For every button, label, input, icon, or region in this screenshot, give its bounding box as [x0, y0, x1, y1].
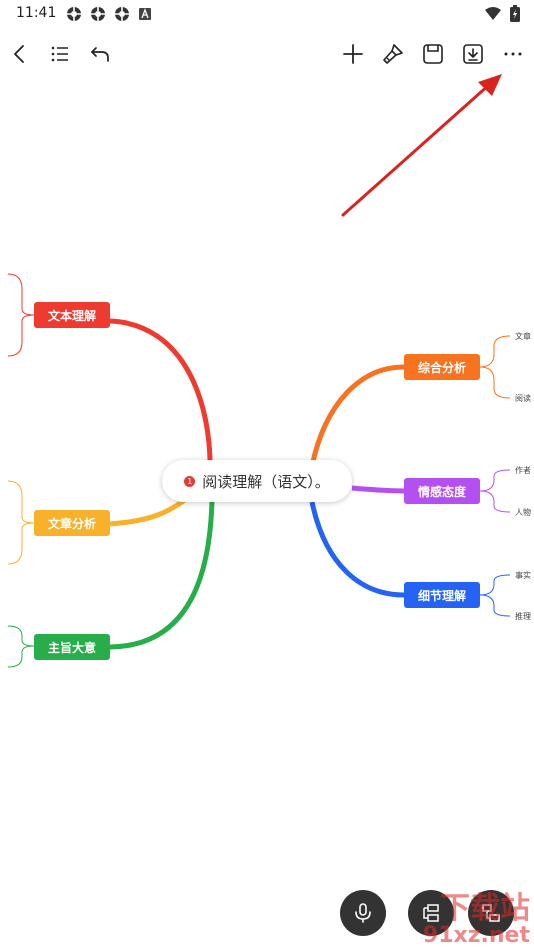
branch-node[interactable]: 情感态度	[404, 478, 480, 504]
branch-node[interactable]: 细节理解	[404, 582, 480, 608]
root-label: 阅读理解（语文）。	[202, 472, 330, 491]
branch-node[interactable]: 主旨大意	[34, 634, 110, 660]
more-icon	[504, 52, 522, 56]
more-button[interactable]	[499, 40, 527, 68]
add-node-button[interactable]	[339, 40, 367, 68]
plus-icon	[343, 44, 363, 64]
branch-node[interactable]: 文本理解	[34, 302, 110, 328]
font-notification-icon	[138, 6, 154, 22]
status-right	[484, 5, 520, 26]
app-notification-icon	[66, 6, 82, 22]
subtopic-label[interactable]: 阅读	[515, 393, 534, 404]
undo-icon	[91, 47, 109, 62]
branch-label: 综合分析	[417, 360, 466, 375]
root-badge: 1	[184, 475, 196, 487]
subtopic-label[interactable]: 作者	[515, 465, 534, 476]
watermark-line2: 91xz.net	[422, 923, 530, 948]
branch-label: 文本理解	[47, 308, 96, 323]
subtopic-label[interactable]: 事实	[515, 570, 534, 581]
app-notification-icon	[114, 6, 130, 22]
app-notification-icon	[90, 6, 106, 22]
wifi-icon	[484, 6, 502, 25]
annotation-arrow	[341, 74, 502, 217]
branch-label: 文章分析	[47, 516, 96, 531]
outline-button[interactable]	[46, 40, 74, 68]
status-time: 11:41	[16, 5, 57, 21]
paint-brush-icon	[383, 44, 403, 64]
mindmap-canvas[interactable]: 1 阅读理解（语文）。 文本理解 文章分析 主旨大意 综合分析 情感态度 细节理…	[0, 74, 534, 874]
undo-button[interactable]	[86, 40, 114, 68]
voice-button[interactable]	[340, 890, 386, 936]
notification-icons	[66, 6, 154, 22]
status-bar: 11:41	[0, 0, 534, 28]
toolbar	[0, 34, 534, 74]
style-button[interactable]	[379, 40, 407, 68]
subtopic-label[interactable]: 文章	[515, 331, 534, 342]
watermark: 下载站 91xz.net	[423, 894, 530, 948]
battery-icon	[510, 5, 520, 26]
microphone-icon	[355, 903, 371, 923]
branch-node[interactable]: 文章分析	[34, 510, 110, 536]
root-node[interactable]: 1 阅读理解（语文）。	[162, 460, 352, 502]
branch-label: 情感态度	[417, 484, 466, 499]
save-icon	[423, 44, 443, 64]
download-icon	[463, 44, 483, 64]
export-button[interactable]	[459, 40, 487, 68]
chevron-left-icon	[14, 45, 24, 63]
list-icon	[51, 46, 68, 62]
subtopic-label[interactable]: 推理	[515, 611, 534, 622]
branch-node[interactable]: 综合分析	[404, 354, 480, 380]
branch-label: 主旨大意	[47, 640, 96, 655]
subtopic-label[interactable]: 人物	[515, 507, 534, 518]
back-button[interactable]	[6, 40, 34, 68]
watermark-line1: 下载站	[440, 891, 530, 926]
branch-label: 细节理解	[417, 588, 466, 603]
save-button[interactable]	[419, 40, 447, 68]
